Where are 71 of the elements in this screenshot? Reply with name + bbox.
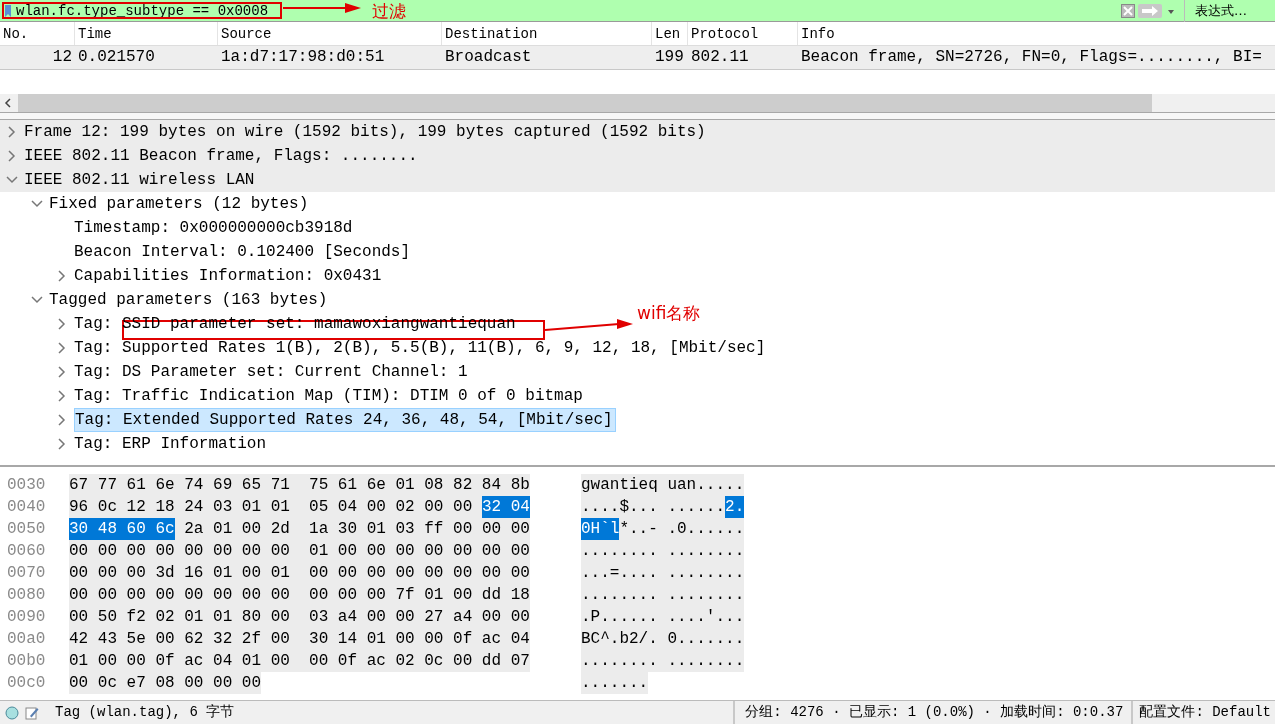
annotation-label: 过滤 [372,1,406,21]
filter-field[interactable]: wlan.fc.type_subtype == 0x0008 [16,0,269,21]
table-cell-text: 802.11 [690,47,750,68]
column-header[interactable]: No. [0,22,75,45]
tree-item[interactable]: Tag: Supported Rates 1(B), 2(B), 5.5(B), 11(B), 6, 9, 12, 18, [Mbit/sec] [74,336,768,360]
column-header[interactable]: Time [75,22,218,45]
table-cell-text: 1a:d7:17:98:d0:51 [220,47,386,68]
tree-item[interactable]: Tagged parameters (163 bytes) [49,288,330,312]
ascii-text: ...=.... ........ [581,562,745,584]
hex-bytes: 67 77 61 6e 74 69 65 71 75 61 6e 01 08 82 84 8b [69,474,530,496]
ascii-text: ........ ........ [581,540,745,562]
hex-bytes: 30 48 60 6c [69,518,175,540]
ascii-text: ........ ........ [581,584,745,606]
hex-bytes: 2a 01 00 2d 1a 30 01 03 ff 00 00 00 [174,518,530,540]
offset-label: 0030 [6,475,47,496]
table-cell-text: 0.021570 [77,47,156,68]
packet-stats: 分组: 4276 · 已显示: 1 (0.0%) · 加载时间: 0:0.37 [733,701,1132,724]
tree-item[interactable]: Tag: DS Parameter set: Current Channel: 1 [74,360,470,384]
column-header[interactable]: Len [652,22,688,45]
tree-item[interactable]: Beacon Interval: 0.102400 [Seconds] [74,240,413,264]
ascii-text: gwantieq uan..... [581,474,745,496]
column-header[interactable]: Source [218,22,442,45]
offset-label: 00a0 [6,629,47,650]
tree-item[interactable]: Timestamp: 0x000000000cb3918d [74,216,355,240]
hex-bytes: 00 00 00 3d 16 01 00 01 00 00 00 00 00 00 00 00 [69,562,530,584]
status-circle-icon[interactable] [5,705,19,720]
scrollbar-thumb[interactable] [18,94,1152,112]
ascii-text: ....$... ...... [581,496,726,518]
column-header[interactable]: Info [798,22,1275,45]
annotation-label: wifi名称 [637,303,701,323]
table-cell-text: 12 [51,47,73,68]
ascii-text: ....... [581,672,649,694]
field-info: Tag (wlan.tag), 6 字节 [55,703,236,722]
ascii-text: .P...... ....'... [581,606,745,628]
bookmark-icon[interactable] [4,3,12,18]
tree-item[interactable]: Capabilities Information: 0x0431 [74,264,384,288]
hex-bytes: 01 00 00 0f ac 04 01 00 00 0f ac 02 0c 00 dd 07 [69,650,530,672]
hex-bytes: 42 43 5e 00 62 32 2f 00 30 14 01 00 00 0f ac 04 [69,628,530,650]
hex-bytes: 00 0c e7 08 00 00 00 [69,672,262,694]
ascii-text: 0H`l [581,518,620,540]
ascii-text: BC^.b2/. 0....... [581,628,745,650]
hex-bytes: 00 50 f2 02 01 01 80 00 03 a4 00 00 27 a4 00 00 [69,606,530,628]
offset-label: 0040 [6,497,47,518]
table-cell-text: Beacon frame, SN=2726, FN=0, Flags=........, BI= [800,47,1263,68]
tree-item[interactable]: Tag: Extended Supported Rates 24, 36, 48, 54, [Mbit/sec] [74,408,616,432]
ascii-text: *..- .0...... [619,518,745,540]
offset-label: 0050 [6,519,47,540]
ascii-text: 2. [725,496,745,518]
hex-bytes: 32 04 [481,496,530,518]
column-header[interactable]: Destination [442,22,652,45]
profile-label[interactable]: 配置文件: Default [1131,701,1275,724]
tree-item[interactable]: Tag: ERP Information [74,432,269,456]
offset-label: 00c0 [6,673,47,694]
table-cell-text: Broadcast [444,47,533,68]
offset-label: 0060 [6,541,47,562]
offset-label: 0080 [6,585,47,606]
tree-item[interactable]: Tag: Traffic Indication Map (TIM): DTIM 0 of 0 bitmap [74,384,585,408]
offset-label: 0070 [6,563,47,584]
edit-icon[interactable] [25,705,39,720]
ascii-text: ........ ........ [581,650,745,672]
expression-button[interactable]: 表达式… [1184,0,1257,22]
tree-item[interactable]: IEEE 802.11 wireless LAN [24,168,257,192]
hex-bytes: 96 0c 12 18 24 03 01 01 05 04 00 02 00 00 [69,496,482,518]
offset-label: 0090 [6,607,47,628]
tree-item[interactable]: Fixed parameters (12 bytes) [49,192,311,216]
hex-bytes: 00 00 00 00 00 00 00 00 00 00 00 7f 01 00 dd 18 [69,584,530,606]
offset-label: 00b0 [6,651,47,672]
clear-icon[interactable] [1121,3,1135,18]
table-cell-text: 199 [654,47,685,68]
column-header[interactable]: Protocol [688,22,798,45]
hex-bytes: 00 00 00 00 00 00 00 00 01 00 00 00 00 00 00 00 [69,540,530,562]
